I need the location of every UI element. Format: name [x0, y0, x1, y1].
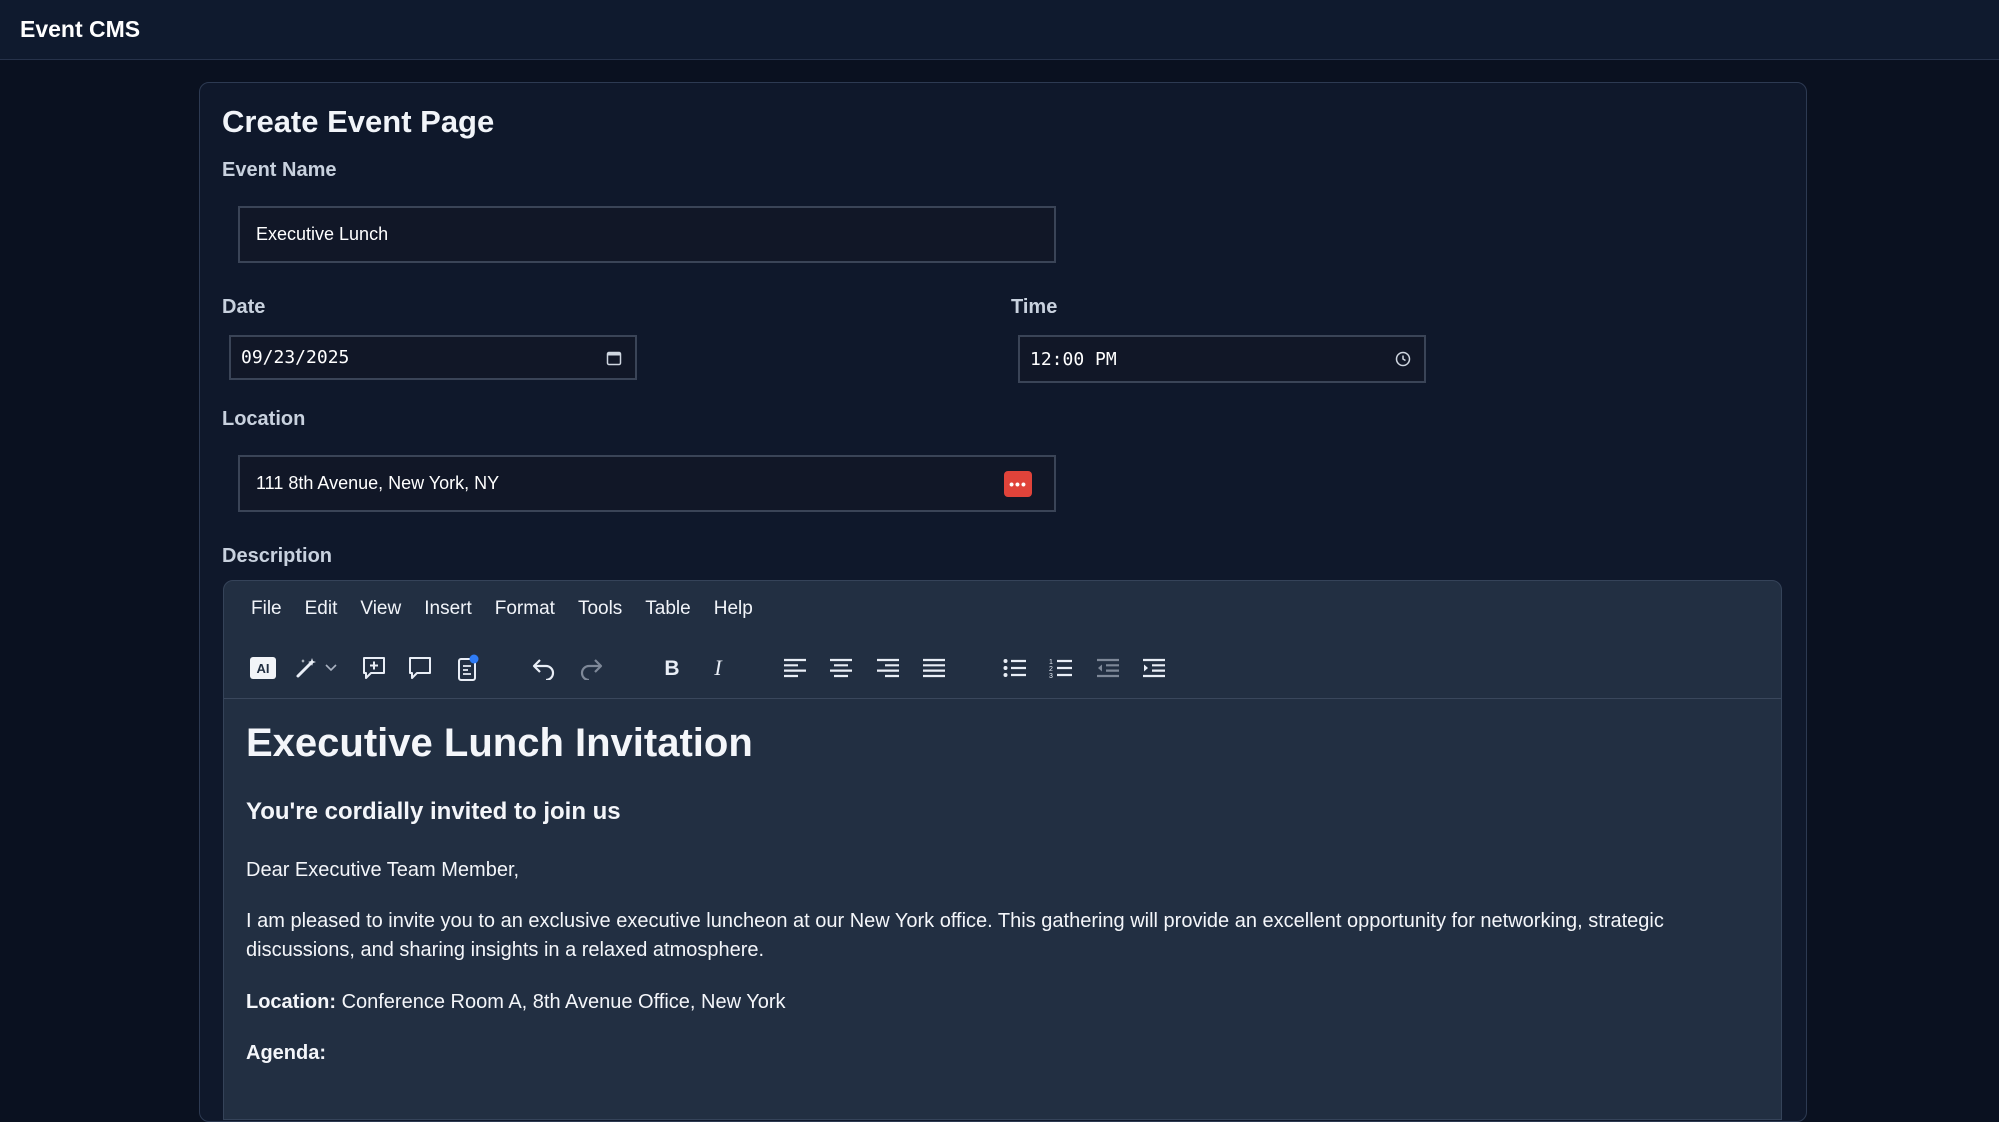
clipboard-icon[interactable]	[452, 653, 482, 683]
menu-table[interactable]: Table	[645, 598, 690, 620]
time-input[interactable]: 12:00 PM	[1018, 335, 1426, 383]
svg-text:B: B	[664, 657, 679, 680]
svg-text:I: I	[713, 656, 723, 680]
svg-text:2: 2	[1049, 666, 1053, 673]
location-label: Location	[222, 408, 306, 430]
menu-view[interactable]: View	[360, 598, 401, 620]
italic-icon[interactable]: I	[703, 653, 733, 683]
outdent-icon[interactable]	[1093, 653, 1123, 683]
content-subheading: You're cordially invited to join us	[246, 798, 621, 825]
event-name-label: Event Name	[222, 159, 337, 181]
bullet-list-icon[interactable]	[1000, 653, 1030, 683]
rich-text-editor: File Edit View Insert Format Tools Table…	[223, 580, 1782, 1120]
svg-text:3: 3	[1049, 673, 1053, 679]
editor-toolbar: AI B I 1 2 3	[224, 637, 1781, 699]
top-bar: Event CMS	[0, 0, 1999, 60]
numbered-list-icon[interactable]: 123	[1046, 653, 1076, 683]
align-center-icon[interactable]	[826, 653, 856, 683]
menu-file[interactable]: File	[251, 598, 282, 620]
location-input[interactable]: 111 8th Avenue, New York, NY •••	[238, 455, 1056, 512]
add-comment-icon[interactable]	[359, 653, 389, 683]
content-agenda-label: Agenda:	[246, 1042, 326, 1064]
event-name-value: Executive Lunch	[256, 224, 389, 244]
menu-tools[interactable]: Tools	[578, 598, 622, 620]
magic-wand-icon[interactable]	[294, 653, 340, 683]
date-label: Date	[222, 296, 266, 318]
time-value: 12:00 PM	[1030, 348, 1117, 370]
time-label: Time	[1011, 296, 1058, 318]
content-heading: Executive Lunch Invitation	[246, 721, 753, 765]
ai-icon[interactable]: AI	[248, 653, 278, 683]
app-title: Event CMS	[20, 16, 141, 42]
content-location-label: Location:	[246, 991, 336, 1013]
location-value: 111 8th Avenue, New York, NY	[256, 473, 500, 493]
content-greeting: Dear Executive Team Member,	[246, 859, 520, 881]
content-agenda-line: Agenda:	[246, 1039, 1706, 1068]
indent-icon[interactable]	[1139, 653, 1169, 683]
event-name-input[interactable]: Executive Lunch	[238, 206, 1056, 263]
calendar-icon[interactable]	[605, 349, 623, 367]
menu-help[interactable]: Help	[714, 598, 753, 620]
align-left-icon[interactable]	[780, 653, 810, 683]
content-location-value: Conference Room A, 8th Avenue Office, Ne…	[341, 991, 786, 1013]
page-title: Create Event Page	[222, 104, 495, 139]
description-label: Description	[222, 545, 333, 567]
align-justify-icon[interactable]	[919, 653, 949, 683]
svg-text:AI: AI	[257, 661, 270, 676]
date-input[interactable]: 09/23/2025	[229, 335, 637, 380]
undo-icon[interactable]	[529, 653, 559, 683]
bold-icon[interactable]: B	[657, 653, 687, 683]
redo-icon[interactable]	[576, 653, 606, 683]
clock-icon[interactable]	[1394, 350, 1412, 368]
content-location-line: Location: Conference Room A, 8th Avenue …	[246, 988, 1706, 1017]
password-manager-icon[interactable]: •••	[1004, 470, 1032, 497]
comment-icon[interactable]	[405, 653, 435, 683]
menu-edit[interactable]: Edit	[305, 598, 338, 620]
svg-text:1: 1	[1049, 659, 1053, 666]
editor-menubar: File Edit View Insert Format Tools Table…	[224, 581, 1781, 637]
content-body: I am pleased to invite you to an exclusi…	[246, 910, 1664, 961]
date-value: 09/23/2025	[241, 347, 350, 368]
align-right-icon[interactable]	[873, 653, 903, 683]
menu-insert[interactable]: Insert	[424, 598, 472, 620]
menu-format[interactable]: Format	[495, 598, 555, 620]
